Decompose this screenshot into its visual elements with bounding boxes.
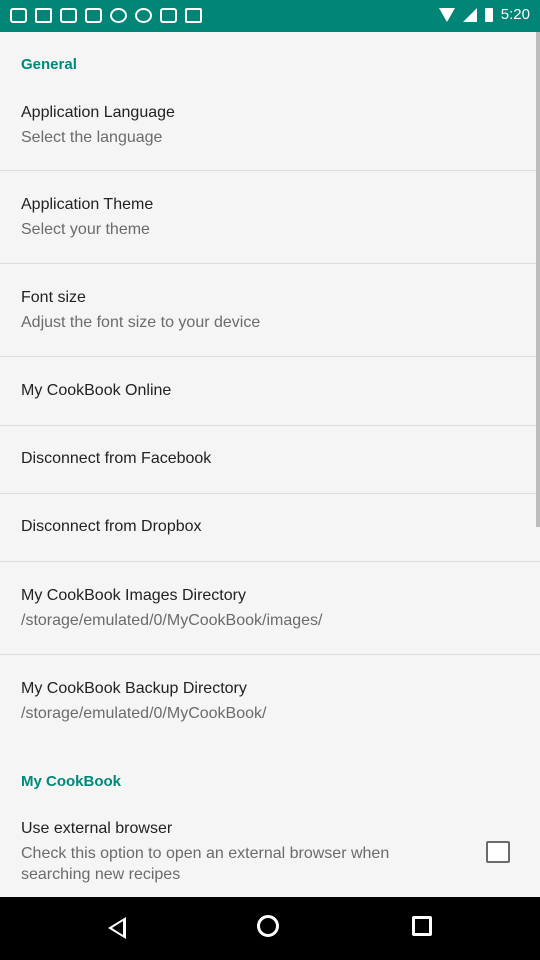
setting-disconnect-dropbox[interactable]: Disconnect from Dropbox — [0, 494, 540, 561]
divider — [0, 561, 540, 562]
scrollbar[interactable] — [536, 32, 540, 527]
status-bar: 5:20 — [0, 0, 540, 32]
setting-summary-line2: searching new recipes — [21, 866, 181, 883]
setting-title: My CookBook Images Directory — [21, 587, 246, 604]
setting-title: Disconnect from Dropbox — [21, 518, 202, 535]
setting-title: Font size — [21, 289, 86, 306]
setting-application-theme[interactable]: Application Theme Select your theme — [0, 183, 540, 263]
setting-title: Use external browser — [21, 820, 173, 837]
setting-mycookbook-online[interactable]: My CookBook Online — [0, 357, 540, 425]
setting-title: Application Theme — [21, 196, 154, 213]
setting-disconnect-facebook[interactable]: Disconnect from Facebook — [0, 426, 540, 493]
notification-icon — [160, 8, 177, 23]
setting-title: My CookBook Online — [21, 382, 172, 399]
setting-summary: Adjust the font size to your device — [21, 314, 261, 331]
divider — [0, 654, 540, 655]
setting-summary: Select the language — [21, 129, 163, 146]
setting-summary: /storage/emulated/0/MyCookBook/images/ — [21, 612, 323, 629]
home-icon[interactable] — [257, 915, 279, 937]
notification-icon — [85, 8, 102, 23]
notification-icon — [110, 8, 127, 23]
recent-apps-icon[interactable] — [412, 916, 432, 936]
notification-icon — [135, 8, 152, 23]
notification-icon — [35, 8, 52, 23]
setting-images-directory[interactable]: My CookBook Images Directory /storage/em… — [0, 574, 540, 654]
navigation-bar — [0, 897, 540, 960]
back-icon[interactable] — [108, 917, 126, 939]
setting-summary: Select your theme — [21, 221, 150, 238]
section-header-general: General — [21, 56, 77, 73]
notification-icon — [10, 8, 27, 23]
external-browser-checkbox[interactable] — [486, 841, 510, 863]
setting-title: My CookBook Backup Directory — [21, 680, 247, 697]
setting-summary-line1: Check this option to open an external br… — [21, 845, 390, 862]
section-header-mycookbook: My CookBook — [21, 773, 122, 790]
notification-icons — [10, 8, 202, 23]
setting-summary: /storage/emulated/0/MyCookBook/ — [21, 705, 267, 722]
divider — [0, 263, 540, 264]
notification-icon — [60, 8, 77, 23]
setting-title: Disconnect from Facebook — [21, 450, 212, 467]
clock: 5:20 — [500, 6, 530, 23]
notification-icon — [185, 8, 202, 23]
setting-font-size[interactable]: Font size Adjust the font size to your d… — [0, 276, 540, 356]
setting-title: Application Language — [21, 104, 175, 121]
setting-application-language[interactable]: Application Language Select the language — [0, 90, 540, 170]
setting-use-external-browser[interactable]: Use external browser Check this option t… — [0, 808, 540, 897]
battery-icon — [484, 7, 493, 22]
wifi-icon — [438, 7, 455, 22]
setting-backup-directory[interactable]: My CookBook Backup Directory /storage/em… — [0, 667, 540, 747]
divider — [0, 170, 540, 171]
signal-icon — [462, 7, 477, 22]
